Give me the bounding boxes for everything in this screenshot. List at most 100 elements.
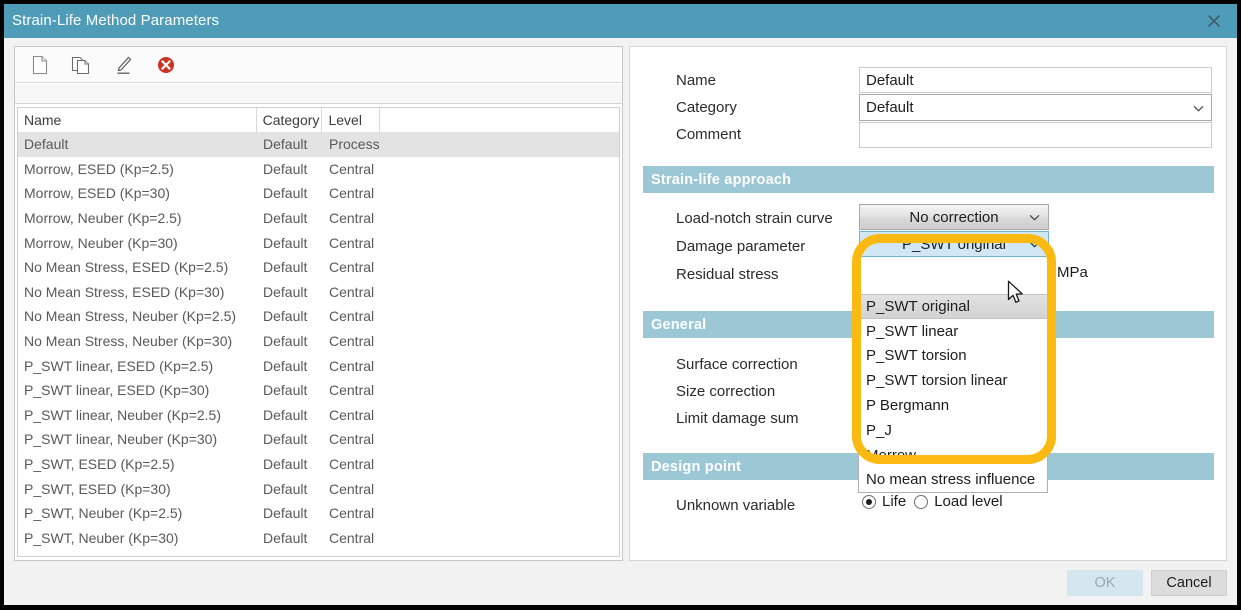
dropdown-option[interactable]: Morrow	[859, 443, 1047, 468]
section-header-strain-life: Strain-life approach	[643, 166, 1214, 193]
table-row[interactable]: Morrow, Neuber (Kp=30) Default Central	[18, 230, 619, 255]
table-row[interactable]: P_SWT linear, Neuber (Kp=2.5) Default Cent…	[18, 403, 619, 428]
cell-name: P_SWT linear, ESED (Kp=30)	[24, 382, 210, 399]
table-row[interactable]: No Mean Stress, ESED (Kp=30) Default Centr…	[18, 280, 619, 305]
section-header-design-point-text: Design point	[651, 458, 742, 475]
cell-name: P_SWT, ESED (Kp=2.5)	[24, 456, 175, 473]
table-row[interactable]: P_SWT linear, ESED (Kp=30) Default Central	[18, 378, 619, 403]
dropdown-option[interactable]: No mean stress influence	[859, 468, 1047, 493]
limit-damage-sum-row: Limit damage sum	[676, 405, 799, 432]
column-header-level[interactable]: Level	[322, 108, 381, 132]
limit-damage-sum-label: Limit damage sum	[676, 410, 799, 427]
size-correction-row: Size correction	[676, 378, 775, 405]
cell-level: Central	[329, 283, 375, 300]
table-row[interactable]: Morrow, Neuber (Kp=2.5) Default Central	[18, 206, 619, 231]
radio-load-level-dot	[914, 494, 929, 509]
radio-load-level[interactable]: Load level	[914, 493, 1003, 510]
table-row[interactable]: P_SWT linear, ESED (Kp=2.5) Default Centra…	[18, 353, 619, 378]
column-header-category[interactable]: Category	[256, 108, 323, 132]
table-row[interactable]: P_SWT, Neuber (Kp=2.5) Default Central	[18, 501, 619, 526]
dropdown-option[interactable]: P_SWT torsion linear	[859, 368, 1047, 393]
damage-parameter-dropdown-list[interactable]: P_SWT original P_SWT linear P_SWT torsion P…	[858, 294, 1048, 494]
close-icon[interactable]	[1191, 4, 1237, 38]
name-label: Name	[676, 72, 717, 89]
table-row[interactable]: Default Default Process	[18, 132, 619, 157]
cell-category: Default	[263, 333, 308, 350]
table-row[interactable]: P_SWT, ESED (Kp=30) Default Central	[18, 476, 619, 501]
cell-level: Central	[329, 431, 375, 448]
table-body: Default Default Process Morrow, ESED (Kp=2.…	[18, 132, 619, 550]
cell-name: No Mean Stress, ESED (Kp=30)	[24, 283, 225, 300]
comment-label: Comment	[676, 126, 742, 143]
table-row[interactable]: No Mean Stress, Neuber (Kp=2.5) Default Ce…	[18, 304, 619, 329]
cell-category: Default	[263, 160, 308, 177]
table-row[interactable]: Morrow, ESED (Kp=30) Default Central	[18, 181, 619, 206]
cell-category: Default	[263, 382, 308, 399]
comment-row: Comment	[676, 121, 741, 148]
residual-stress-row: Residual stress	[676, 261, 779, 288]
dropdown-option[interactable]: P_J	[859, 418, 1047, 443]
chevron-down-icon	[1029, 209, 1040, 226]
load-notch-select[interactable]: No correction	[859, 204, 1049, 230]
category-select[interactable]: Default	[859, 94, 1212, 121]
load-notch-select-value: No correction	[909, 208, 999, 226]
radio-life-label: Life	[882, 493, 907, 510]
cell-level: Central	[329, 406, 375, 423]
table-row[interactable]: P_SWT linear, Neuber (Kp=30) Default Centr…	[18, 427, 619, 452]
dropdown-option[interactable]: P_SWT linear	[859, 319, 1047, 344]
cell-level: Central	[329, 505, 375, 522]
dropdown-option[interactable]: P_SWT original	[859, 294, 1047, 319]
name-input[interactable]: Default	[859, 67, 1212, 93]
cell-category: Default	[263, 234, 308, 251]
cancel-button[interactable]: Cancel	[1151, 570, 1227, 596]
cell-name: P_SWT, Neuber (Kp=2.5)	[24, 505, 183, 522]
new-document-icon[interactable]	[27, 52, 53, 78]
delete-icon[interactable]	[153, 52, 179, 78]
table-row[interactable]: P_SWT, ESED (Kp=2.5) Default Central	[18, 452, 619, 477]
cell-category: Default	[263, 259, 308, 276]
cell-name: P_SWT, ESED (Kp=30)	[24, 480, 171, 497]
cell-name: P_SWT linear, Neuber (Kp=30)	[24, 431, 218, 448]
cell-category: Default	[263, 431, 308, 448]
load-notch-row: Load-notch strain curve	[676, 205, 833, 232]
dialog-window: Strain-Life Method Parameters Name Categ…	[4, 4, 1237, 605]
chevron-down-icon	[1193, 99, 1204, 116]
copy-icon[interactable]	[69, 52, 95, 78]
cell-level: Central	[329, 210, 375, 227]
cell-level: Central	[329, 308, 375, 325]
cell-category: Default	[263, 456, 308, 473]
ok-button[interactable]: OK	[1067, 570, 1143, 596]
method-list-panel: Name Category Level Default Default Proces…	[14, 46, 623, 561]
cell-category: Default	[263, 283, 308, 300]
cell-name: Morrow, Neuber (Kp=2.5)	[24, 210, 182, 227]
cell-level: Central	[329, 357, 375, 374]
edit-pencil-icon[interactable]	[111, 52, 137, 78]
column-header-name[interactable]: Name	[18, 108, 257, 132]
title-bar: Strain-Life Method Parameters	[4, 4, 1237, 38]
damage-parameter-select[interactable]: P_SWT original	[859, 231, 1049, 257]
cell-name: No Mean Stress, ESED (Kp=2.5)	[24, 259, 229, 276]
cell-name: Morrow, Neuber (Kp=30)	[24, 234, 178, 251]
table-row[interactable]: No Mean Stress, ESED (Kp=2.5) Default Cent…	[18, 255, 619, 280]
cell-category: Default	[263, 529, 308, 546]
dropdown-option[interactable]: P_SWT torsion	[859, 344, 1047, 369]
dropdown-option[interactable]: P Bergmann	[859, 393, 1047, 418]
cell-category: Default	[263, 505, 308, 522]
unknown-variable-label: Unknown variable	[676, 497, 796, 514]
table-row[interactable]: Morrow, ESED (Kp=2.5) Default Central	[18, 157, 619, 182]
category-row: Category	[676, 94, 737, 121]
comment-input[interactable]	[859, 122, 1212, 148]
section-header-general-text: General	[651, 316, 707, 333]
table-row[interactable]: No Mean Stress, Neuber (Kp=30) Default Cen…	[18, 329, 619, 354]
size-correction-label: Size correction	[676, 383, 776, 400]
radio-life[interactable]: Life	[862, 493, 906, 510]
table-row[interactable]: P_SWT, Neuber (Kp=30) Default Central	[18, 526, 619, 551]
category-label: Category	[676, 99, 737, 116]
column-header-blank[interactable]	[380, 108, 619, 132]
cell-category: Default	[263, 308, 308, 325]
damage-parameter-label: Damage parameter	[676, 238, 806, 255]
cell-level: Central	[329, 234, 375, 251]
cell-level: Central	[329, 382, 375, 399]
cell-category: Default	[263, 136, 308, 153]
surface-correction-label: Surface correction	[676, 356, 798, 373]
